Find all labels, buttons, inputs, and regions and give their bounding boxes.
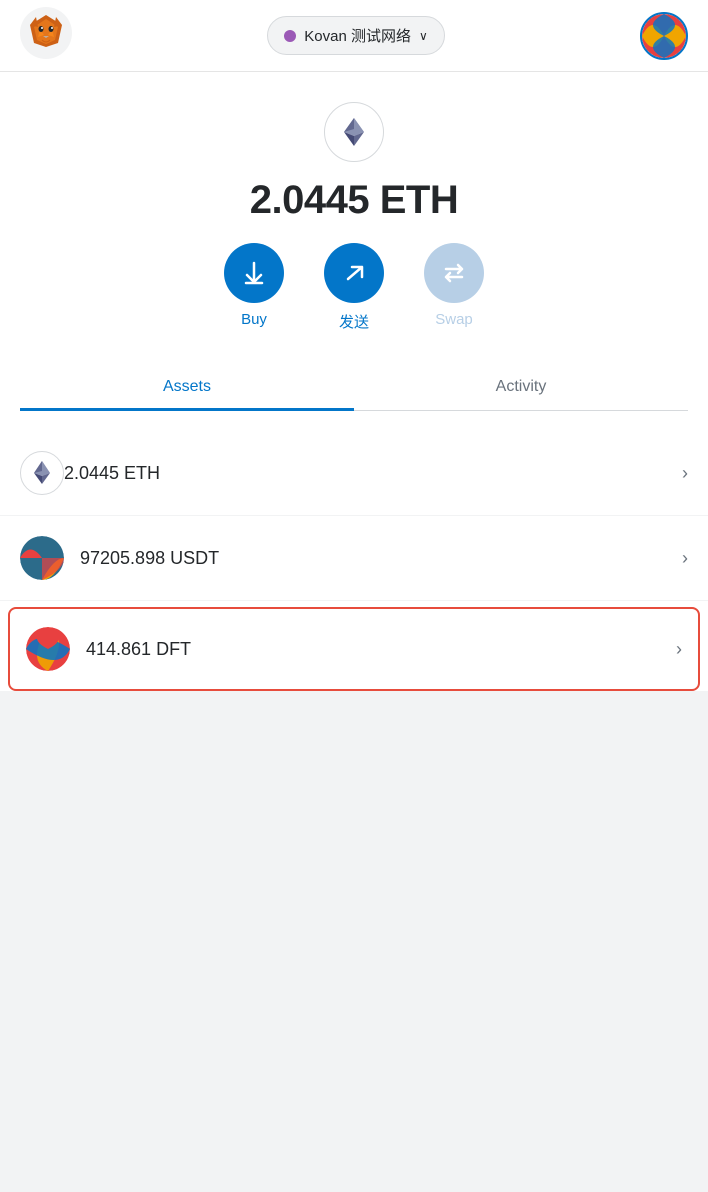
swap-button[interactable] <box>424 243 484 303</box>
eth-main-icon <box>324 102 384 162</box>
buy-action[interactable]: Buy <box>224 243 284 332</box>
account-avatar[interactable] <box>640 12 688 60</box>
dft-asset-balance: 414.861 DFT <box>86 639 676 660</box>
network-name: Kovan 测试网络 <box>304 25 411 46</box>
buy-label: Buy <box>241 311 267 328</box>
tab-assets[interactable]: Assets <box>20 364 354 410</box>
app-header: Kovan 测试网络 ∨ <box>0 0 708 72</box>
balance-section: 2.0445 ETH Buy 发送 <box>0 72 708 431</box>
send-action[interactable]: 发送 <box>324 243 384 332</box>
swap-label: Swap <box>435 311 473 328</box>
metamask-logo <box>20 7 72 64</box>
eth-token-icon <box>20 451 64 495</box>
action-buttons-group: Buy 发送 Swap <box>224 243 484 332</box>
network-selector[interactable]: Kovan 测试网络 ∨ <box>267 16 445 55</box>
usdt-token-icon <box>20 536 64 580</box>
usdt-asset-balance: 97205.898 USDT <box>80 548 682 569</box>
eth-chevron-right-icon: › <box>682 463 688 484</box>
asset-item-eth[interactable]: 2.0445 ETH › <box>0 431 708 516</box>
dft-token-icon <box>26 627 70 671</box>
chevron-down-icon: ∨ <box>419 29 428 43</box>
tabs-bar: Assets Activity <box>20 364 688 411</box>
eth-balance-display: 2.0445 ETH <box>250 178 458 223</box>
asset-list: 2.0445 ETH › 97205.898 USDT › <box>0 431 708 691</box>
dft-chevron-right-icon: › <box>676 639 682 660</box>
network-status-dot <box>284 30 296 42</box>
buy-button[interactable] <box>224 243 284 303</box>
main-content: 2.0445 ETH Buy 发送 <box>0 72 708 691</box>
tab-activity[interactable]: Activity <box>354 364 688 410</box>
eth-asset-balance: 2.0445 ETH <box>64 463 682 484</box>
send-label: 发送 <box>339 311 369 332</box>
swap-action[interactable]: Swap <box>424 243 484 332</box>
asset-item-usdt[interactable]: 97205.898 USDT › <box>0 516 708 601</box>
asset-item-dft[interactable]: 414.861 DFT › <box>8 607 700 691</box>
usdt-chevron-right-icon: › <box>682 548 688 569</box>
send-button[interactable] <box>324 243 384 303</box>
